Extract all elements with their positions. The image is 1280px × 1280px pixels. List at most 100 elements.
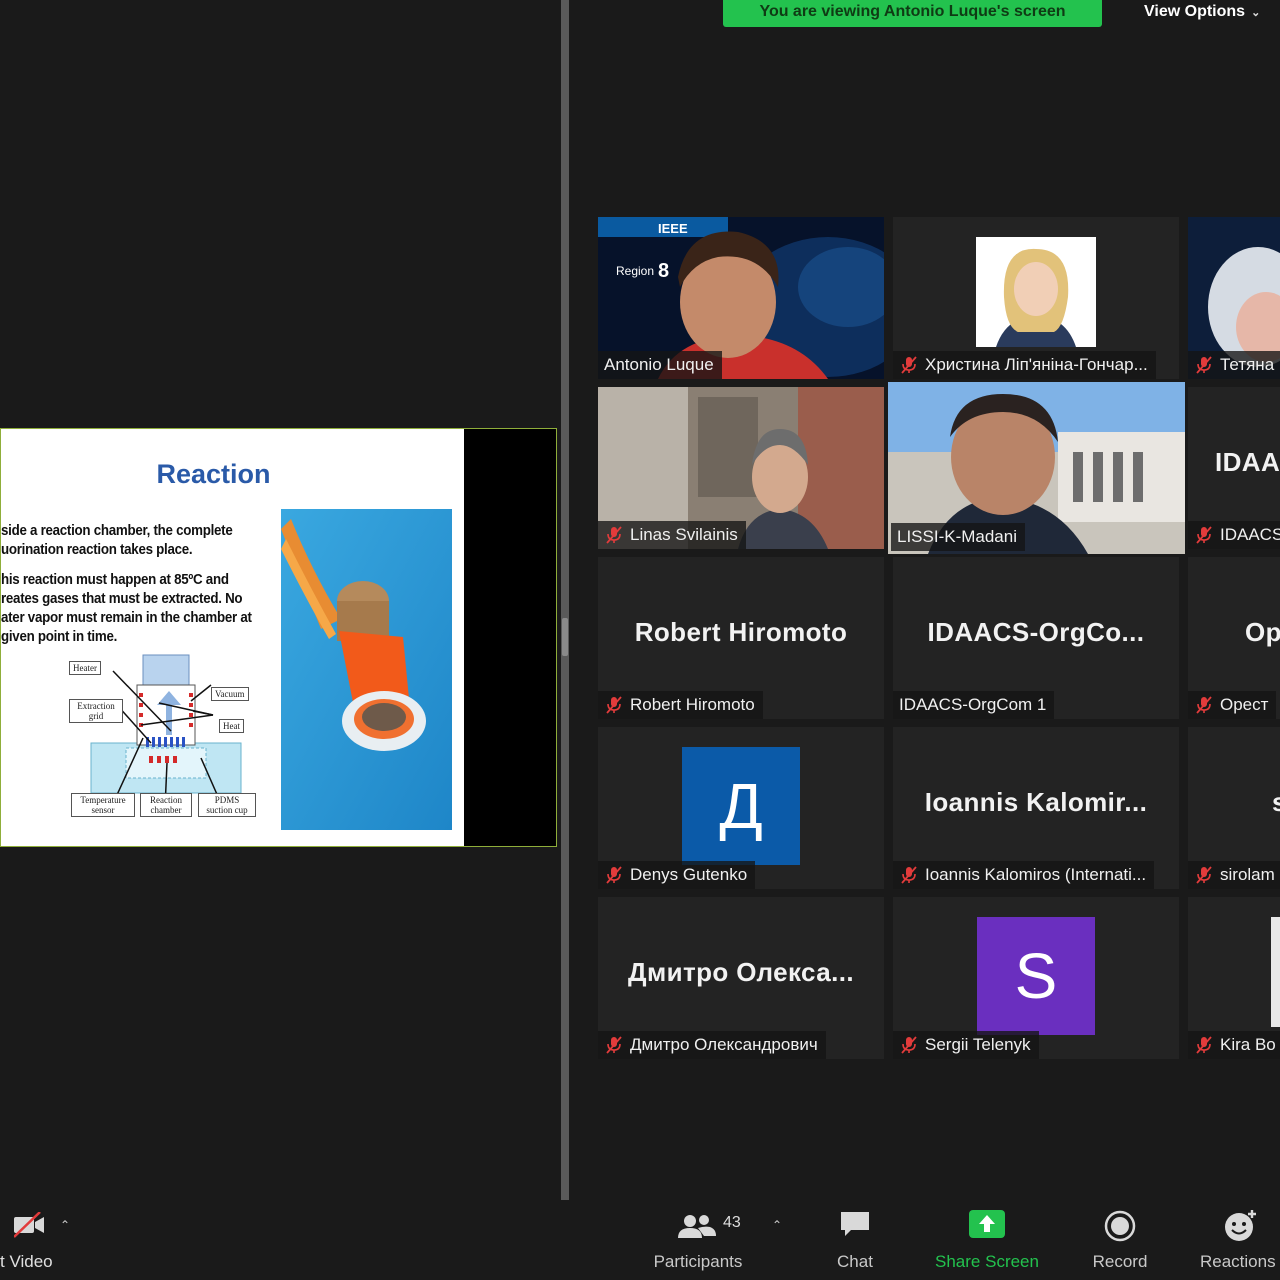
participant-name: LISSI-K-Madani [897,527,1017,546]
mic-muted-icon [1196,696,1212,714]
slide-title: Reaction [156,459,271,489]
video-tile-khrystyna[interactable]: Христина Ліп'яніна-Гончар... [893,217,1179,379]
diagram-label-vacuum: Vacuum [211,687,249,701]
nameplate: Ioannis Kalomiros (Internati... [893,861,1155,889]
participant-name: Robert Hiromoto [630,695,755,714]
slide-line: ater vapor must remain in the chamber at [1,610,252,626]
participant-name: Тетяна [1220,355,1275,374]
viewing-screen-banner[interactable]: You are viewing Antonio Luque's screen [723,0,1102,27]
video-tile-robert[interactable]: Robert Hiromoto Robert Hiromoto [598,557,884,719]
participant-display-name: Дмитро Олекса... [628,957,854,987]
video-tile-antonio[interactable]: IEEE Region 8 Antonio Luque [598,217,884,379]
participant-name: Denys Gutenko [630,865,748,884]
video-tile-lissi-active-speaker[interactable]: LISSI-K-Madani [888,382,1185,554]
start-video-label: t Video [0,1252,53,1271]
video-tile-orest[interactable]: Op Орест [1188,557,1280,719]
chat-icon [841,1212,869,1236]
participant-name: Linas Svilainis [630,525,738,544]
chat-button[interactable]: Chat [820,1200,890,1280]
nameplate: IDAACS [1188,521,1280,549]
svg-text:8: 8 [658,260,669,282]
video-tile-ioannis[interactable]: Ioannis Kalomir... Ioannis Kalomiros (In… [893,727,1179,889]
video-tile-idaacs-orgcom[interactable]: IDAACS-OrgCo... IDAACS-OrgCom 1 [893,557,1179,719]
record-label: Record [1092,1252,1148,1271]
nameplate: Sergii Telenyk [893,1031,1039,1059]
video-tile-sergii[interactable]: S Sergii Telenyk [893,897,1179,1059]
nameplate: Христина Ліп'яніна-Гончар... [893,351,1156,379]
participant-name: IDAACS [1220,525,1280,544]
reactions-label: Reactions [1200,1252,1276,1271]
video-tile-denys[interactable]: Д Denys Gutenko [598,727,884,889]
participant-name: Antonio Luque [604,355,714,374]
record-button[interactable]: Record [1084,1200,1156,1280]
participants-options-caret[interactable]: ⌃ [772,1218,782,1232]
view-options-label: View Options [1144,3,1246,20]
video-off-icon [14,1212,44,1238]
meeting-toolbar: t Video ⌃ 43 Participants ⌃ Chat Share S… [0,1200,1280,1280]
participant-display-name: s [1272,787,1280,817]
slide-paragraph-1: side a reaction chamber, the complete uo… [1,522,233,560]
video-tile-dmytro[interactable]: Дмитро Олекса... Дмитро Олександрович [598,897,884,1059]
avatar: S [977,917,1095,1035]
mic-muted-icon [606,1036,622,1054]
share-screen-label: Share Screen [935,1252,1039,1271]
nameplate: Тетяна [1188,351,1280,379]
mic-muted-icon [1196,526,1212,544]
participants-button[interactable]: 43 Participants [648,1200,748,1280]
pane-divider-grip[interactable] [562,618,568,656]
participant-name: Ioannis Kalomiros (Internati... [925,865,1147,884]
participants-count: 43 [723,1214,741,1231]
participant-name: Kira Bo [1220,1035,1276,1054]
mic-muted-icon [901,356,917,374]
participant-name: Христина Ліп'яніна-Гончар... [925,355,1148,374]
start-video-button[interactable]: t Video [0,1200,60,1280]
nameplate: IDAACS-OrgCom 1 [893,691,1055,719]
mic-muted-icon [606,526,622,544]
nameplate: Denys Gutenko [598,861,756,889]
slide-paragraph-2: his reaction must happen at 85ºC and rea… [1,571,252,647]
video-tile-linas[interactable]: Linas Svilainis [598,387,884,549]
video-tile-sirolam[interactable]: s sirolam [1188,727,1280,889]
share-screen-button[interactable]: Share Screen [928,1200,1046,1280]
shared-screen-frame[interactable]: Reaction side a reaction chamber, the co… [0,428,557,847]
participant-display-name: IDAACS-OrgCo... [927,617,1145,647]
participants-label: Participants [653,1252,743,1271]
nameplate: Linas Svilainis [598,521,746,549]
svg-text:Region: Region [616,264,654,278]
video-options-caret[interactable]: ⌃ [60,1218,70,1232]
chat-label: Chat [837,1252,873,1271]
nameplate: Robert Hiromoto [598,691,763,719]
slide-line: side a reaction chamber, the complete [1,523,233,539]
nameplate: Орест [1188,691,1277,719]
pane-divider[interactable] [561,0,569,1200]
mic-muted-icon [1196,866,1212,884]
video-tile-tetyana[interactable]: Тетяна [1188,217,1280,379]
participant-photo-edge [1271,917,1280,1027]
diagram-label-reaction-chamber: Reaction chamber [140,793,192,817]
diagram-label-heat: Heat [219,719,244,733]
reactions-icon [1225,1210,1256,1241]
reactions-button[interactable]: Reactions [1196,1200,1280,1280]
mic-muted-icon [606,866,622,884]
slide-line: his reaction must happen at 85ºC and [1,572,229,588]
participant-display-name: IDAA [1215,447,1280,477]
diagram-label-extraction-grid: Extraction grid [69,699,123,723]
slide-line: reates gases that must be extracted. No [1,591,243,607]
video-tile-kira[interactable]: Kira Bo [1188,897,1280,1059]
nameplate: sirolam [1188,861,1280,889]
participant-name: sirolam [1220,865,1275,884]
mic-muted-icon [901,866,917,884]
participant-display-name: Op [1245,617,1280,647]
reaction-chamber-diagram: Heater Vacuum Extraction grid Heat Tempe… [51,643,271,833]
shared-screen-pane: Reaction side a reaction chamber, the co… [0,0,560,1200]
nameplate: Дмитро Олександрович [598,1031,826,1059]
video-tile-idaacs[interactable]: IDAA IDAACS [1188,387,1280,549]
presentation-slide: Reaction side a reaction chamber, the co… [1,429,464,846]
participant-name: Дмитро Олександрович [630,1035,818,1054]
nameplate: Kira Bo [1188,1031,1280,1059]
nameplate: Antonio Luque [598,351,722,379]
participant-name: IDAACS-OrgCom 1 [899,695,1047,714]
nameplate: LISSI-K-Madani [891,523,1025,551]
participant-name: Орест [1220,695,1269,714]
view-options-button[interactable]: View Options ⌄ [1120,0,1280,24]
